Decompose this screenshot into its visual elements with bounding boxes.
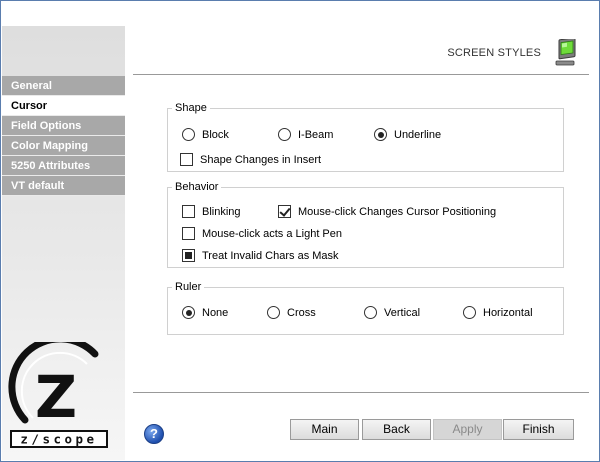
page-title: SCREEN STYLES: [447, 47, 541, 59]
shape-changes-in-insert-label: Shape Changes in Insert: [200, 154, 322, 166]
checkbox-box[interactable]: [182, 227, 195, 240]
behavior-group: Behavior Blinking Mouse-click Changes Cu…: [167, 180, 564, 268]
zscope-logo: Z z/scope: [8, 342, 108, 448]
radio-circle[interactable]: [267, 306, 280, 319]
shape-radio-underline-label: Underline: [394, 129, 442, 141]
ruler-radio-vertical-label: Vertical: [384, 307, 421, 319]
wizard-window: General Cursor Field Options Color Mappi…: [0, 0, 600, 462]
sidebar-item-field-options[interactable]: Field Options: [2, 116, 125, 136]
checkbox-box[interactable]: [182, 205, 195, 218]
checkbox-box[interactable]: [180, 153, 193, 166]
apply-button[interactable]: Apply: [433, 419, 502, 440]
shape-group-legend: Shape: [172, 101, 210, 115]
light-pen-label: Mouse-click acts a Light Pen: [202, 228, 343, 240]
header-divider: [133, 74, 589, 75]
footer-divider: [133, 392, 589, 393]
ruler-radio-horizontal-label: Horizontal: [483, 307, 533, 319]
radio-circle-selected[interactable]: [182, 306, 195, 319]
sidebar-item-5250-attributes[interactable]: 5250 Attributes: [2, 156, 125, 176]
sidebar-item-general[interactable]: General: [2, 76, 125, 96]
logo-wordmark: z/scope: [20, 432, 97, 447]
ruler-radio-none-label: None: [202, 307, 229, 319]
ruler-group-legend: Ruler: [172, 280, 205, 294]
shape-radio-block-label: Block: [202, 129, 229, 141]
blinking-label: Blinking: [202, 206, 241, 218]
sidebar-item-cursor[interactable]: Cursor: [2, 96, 125, 116]
radio-circle[interactable]: [364, 306, 377, 319]
sidebar: General Cursor Field Options Color Mappi…: [2, 2, 125, 461]
mouse-click-positioning-label: Mouse-click Changes Cursor Positioning: [298, 206, 497, 218]
sidebar-item-vt-default[interactable]: VT default: [2, 176, 125, 196]
checkbox-box-checked[interactable]: [182, 249, 195, 262]
sidebar-nav: General Cursor Field Options Color Mappi…: [2, 76, 125, 196]
invalid-chars-mask-label: Treat Invalid Chars as Mask: [202, 250, 339, 262]
back-button[interactable]: Back: [362, 419, 431, 440]
shape-group: Shape Block I-Beam Underline Shape Chang…: [167, 101, 564, 172]
main-button[interactable]: Main: [290, 419, 359, 440]
help-icon[interactable]: ?: [144, 424, 164, 444]
ruler-radio-cross-label: Cross: [287, 307, 316, 319]
radio-circle[interactable]: [182, 128, 195, 141]
radio-circle[interactable]: [278, 128, 291, 141]
radio-circle-selected[interactable]: [374, 128, 387, 141]
logo-letter: Z: [35, 363, 77, 431]
finish-button[interactable]: Finish: [503, 419, 574, 440]
shape-radio-i-beam-label: I-Beam: [298, 129, 334, 141]
behavior-group-legend: Behavior: [172, 180, 222, 194]
checkbox-box-checked[interactable]: [278, 205, 291, 218]
ruler-group: Ruler None Cross Vertical Horizontal: [167, 280, 564, 335]
sidebar-item-color-mapping[interactable]: Color Mapping: [2, 136, 125, 156]
radio-circle[interactable]: [463, 306, 476, 319]
monitor-icon: [555, 39, 576, 66]
